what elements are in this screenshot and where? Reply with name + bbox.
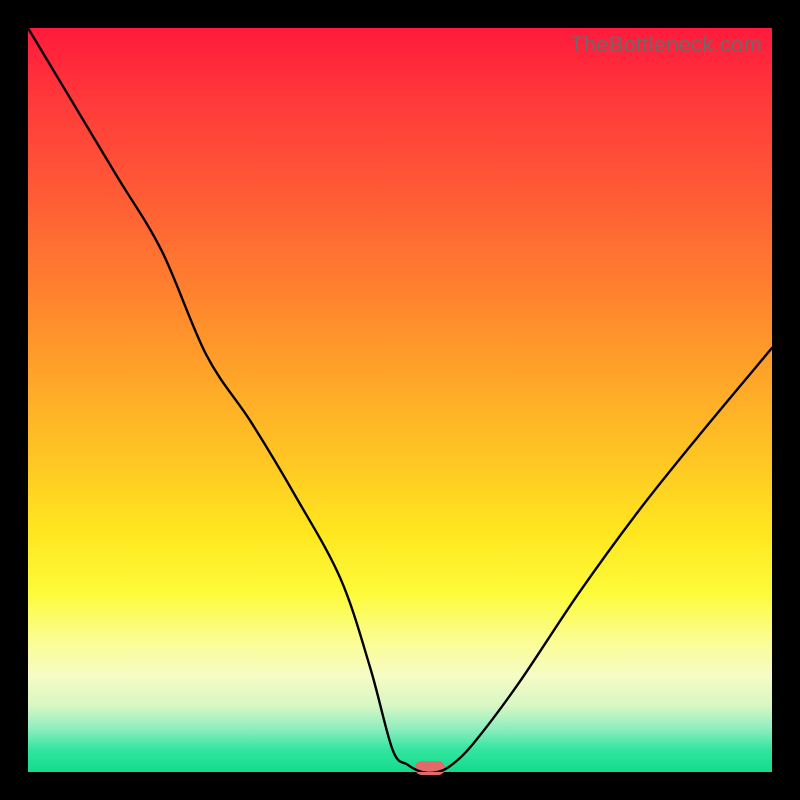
plot-area: TheBottleneck.com bbox=[28, 28, 772, 772]
curve-path bbox=[28, 28, 772, 772]
bottleneck-curve bbox=[28, 28, 772, 772]
watermark-text: TheBottleneck.com bbox=[570, 32, 762, 58]
chart-frame: TheBottleneck.com bbox=[0, 0, 800, 800]
